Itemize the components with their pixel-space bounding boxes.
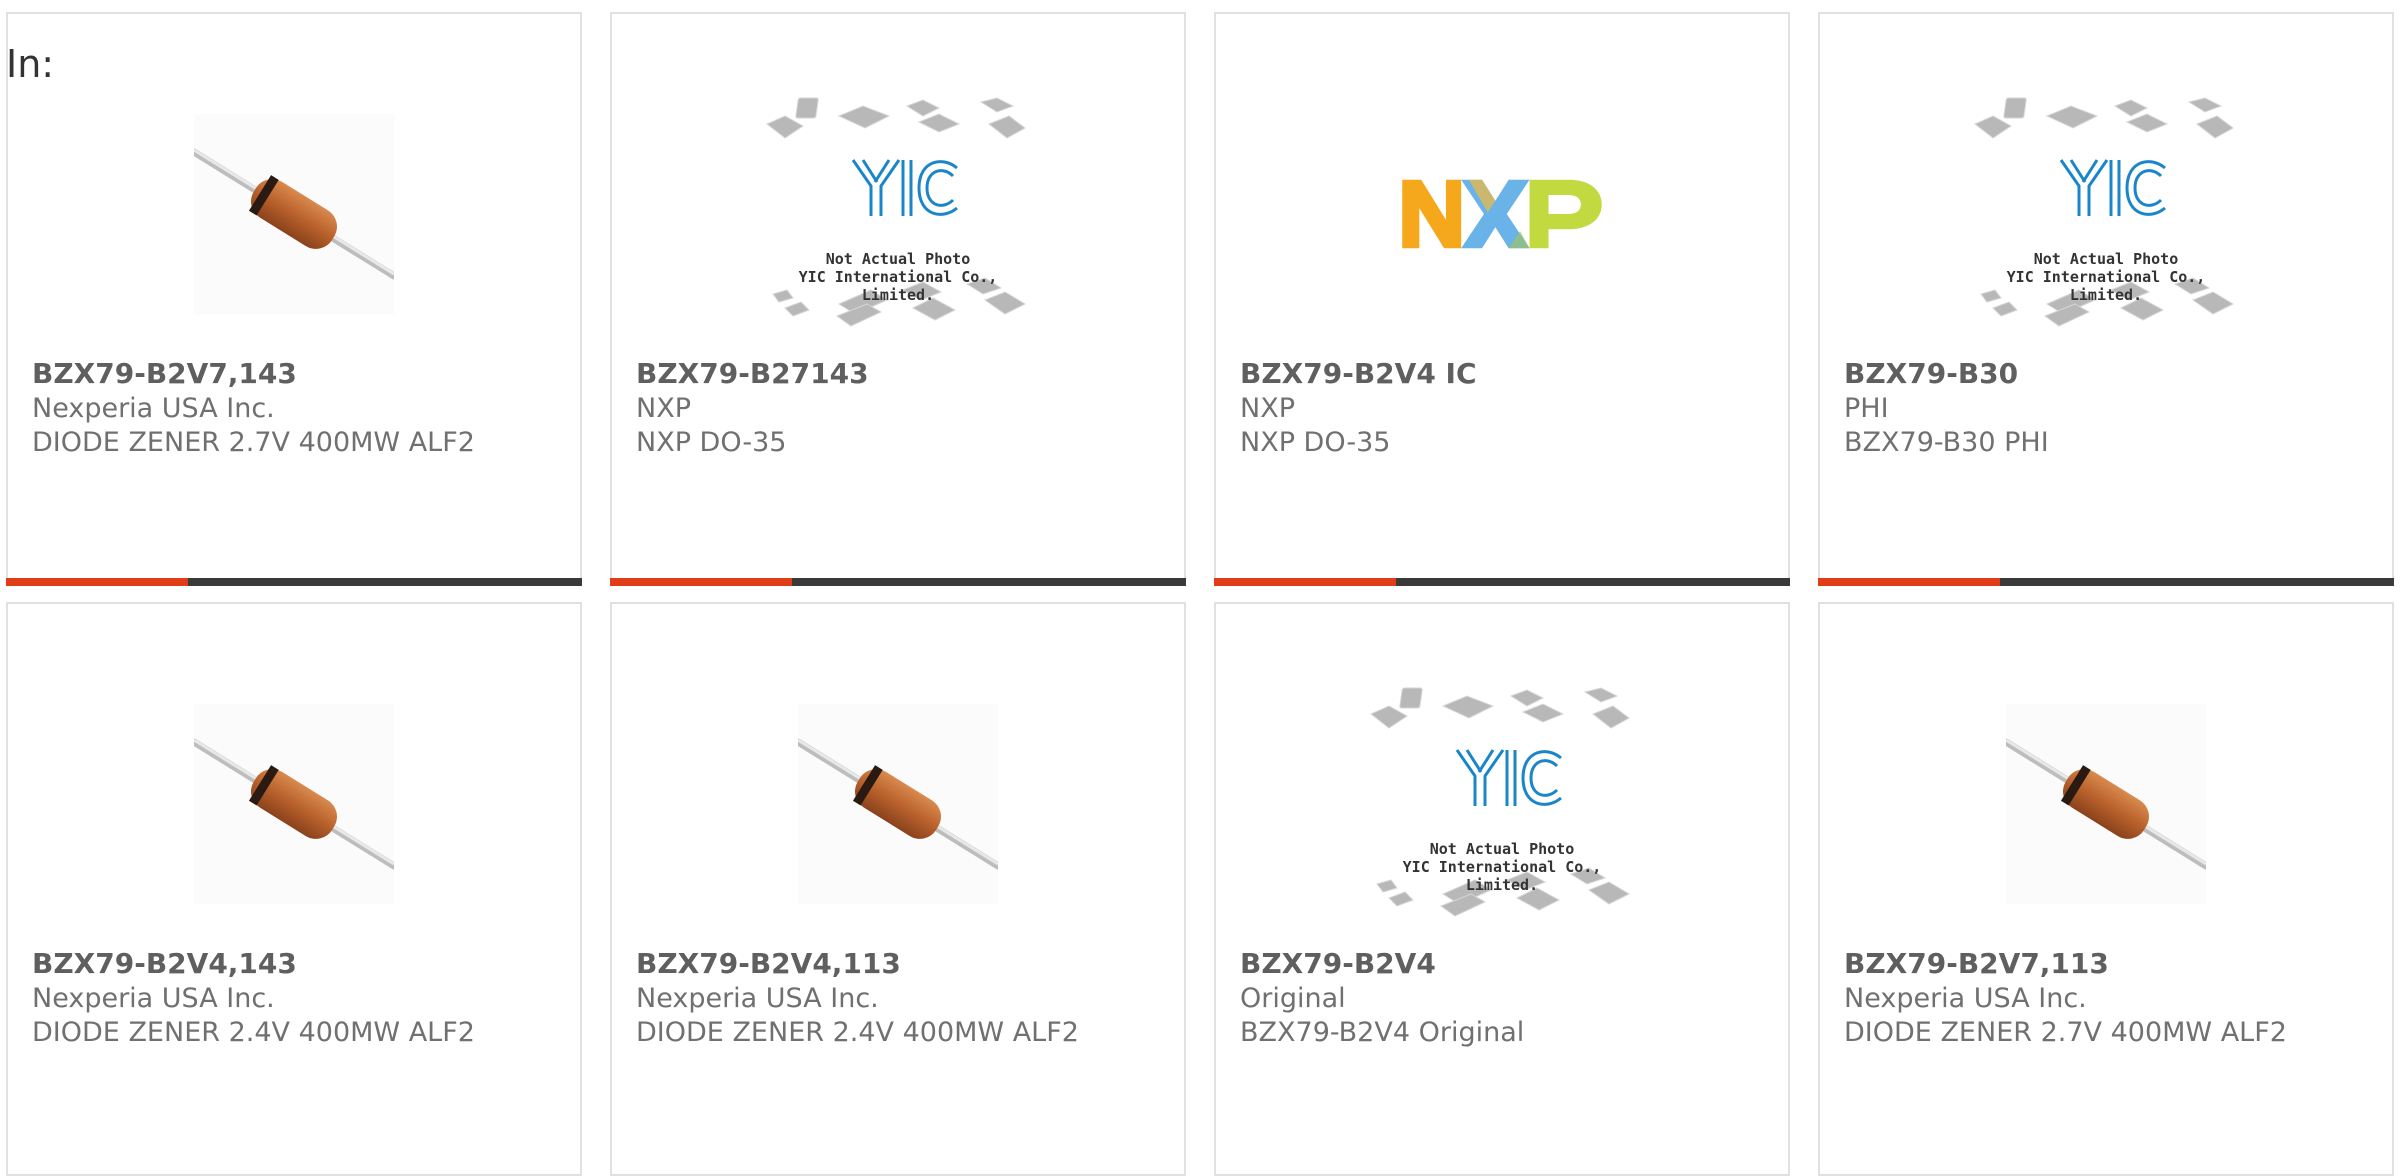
diode-icon (1971, 674, 2241, 934)
product-card[interactable]: Not Actual Photo YIC International Co., … (610, 12, 1186, 586)
manufacturer: NXP (1240, 393, 1295, 424)
in-label: In: (6, 42, 55, 86)
manufacturer: Nexperia USA Inc. (636, 983, 879, 1014)
diode-icon (159, 674, 429, 934)
diode-icon (763, 674, 1033, 934)
product-card[interactable]: BZX79-B2V7,113 Nexperia USA Inc. DIODE Z… (1818, 602, 2394, 1176)
card-accent-bar (1818, 578, 2394, 586)
image-caption: YIC International Co., Limited. (798, 268, 998, 304)
manufacturer: Nexperia USA Inc. (32, 983, 275, 1014)
manufacturer: NXP (636, 393, 691, 424)
image-caption: Not Actual Photo (1429, 840, 1575, 858)
product-card[interactable]: Not Actual Photo YIC International Co., … (1818, 12, 2394, 586)
description: NXP DO-35 (636, 427, 787, 458)
part-number[interactable]: BZX79-B2V4 (1240, 946, 1764, 982)
nxp-logo-icon (1367, 84, 1637, 344)
description: DIODE ZENER 2.7V 400MW ALF2 (1844, 1017, 2287, 1048)
image-caption: Not Actual Photo (2033, 250, 2179, 268)
product-card[interactable]: Not Actual Photo YIC International Co., … (1214, 602, 1790, 1176)
image-caption: YIC International Co., Limited. (1402, 858, 1602, 894)
part-number[interactable]: BZX79-B2V4 IC (1240, 356, 1764, 392)
card-accent-bar (6, 578, 582, 586)
part-number[interactable]: BZX79-B27143 (636, 356, 1160, 392)
part-number[interactable]: BZX79-B2V4,143 (32, 946, 556, 982)
description: DIODE ZENER 2.4V 400MW ALF2 (636, 1017, 1079, 1048)
part-number[interactable]: BZX79-B2V7,113 (1844, 946, 2368, 982)
image-caption: Not Actual Photo (825, 250, 971, 268)
description: DIODE ZENER 2.7V 400MW ALF2 (32, 427, 475, 458)
part-number[interactable]: BZX79-B30 (1844, 356, 2368, 392)
not-actual-photo-icon: Not Actual Photo YIC International Co., … (763, 84, 1033, 344)
card-accent-bar (1214, 578, 1790, 586)
manufacturer: Original (1240, 983, 1346, 1014)
description: NXP DO-35 (1240, 427, 1391, 458)
not-actual-photo-icon: Not Actual Photo YIC International Co., … (1971, 84, 2241, 344)
card-accent-bar (610, 578, 1186, 586)
manufacturer: Nexperia USA Inc. (32, 393, 275, 424)
part-number[interactable]: BZX79-B2V4,113 (636, 946, 1160, 982)
description: BZX79-B2V4 Original (1240, 1017, 1525, 1048)
product-card[interactable]: BZX79-B2V4,143 Nexperia USA Inc. DIODE Z… (6, 602, 582, 1176)
not-actual-photo-icon: Not Actual Photo YIC International Co., … (1367, 674, 1637, 934)
diode-icon (159, 84, 429, 344)
manufacturer: PHI (1844, 393, 1889, 424)
image-caption: YIC International Co., Limited. (2006, 268, 2206, 304)
description: BZX79-B30 PHI (1844, 427, 2049, 458)
manufacturer: Nexperia USA Inc. (1844, 983, 2087, 1014)
product-card[interactable]: BZX79-B2V4 IC NXP NXP DO-35 (1214, 12, 1790, 586)
product-card[interactable]: BZX79-B2V7,143 Nexperia USA Inc. DIODE Z… (6, 12, 582, 586)
description: DIODE ZENER 2.4V 400MW ALF2 (32, 1017, 475, 1048)
product-card[interactable]: BZX79-B2V4,113 Nexperia USA Inc. DIODE Z… (610, 602, 1186, 1176)
part-number[interactable]: BZX79-B2V7,143 (32, 356, 556, 392)
